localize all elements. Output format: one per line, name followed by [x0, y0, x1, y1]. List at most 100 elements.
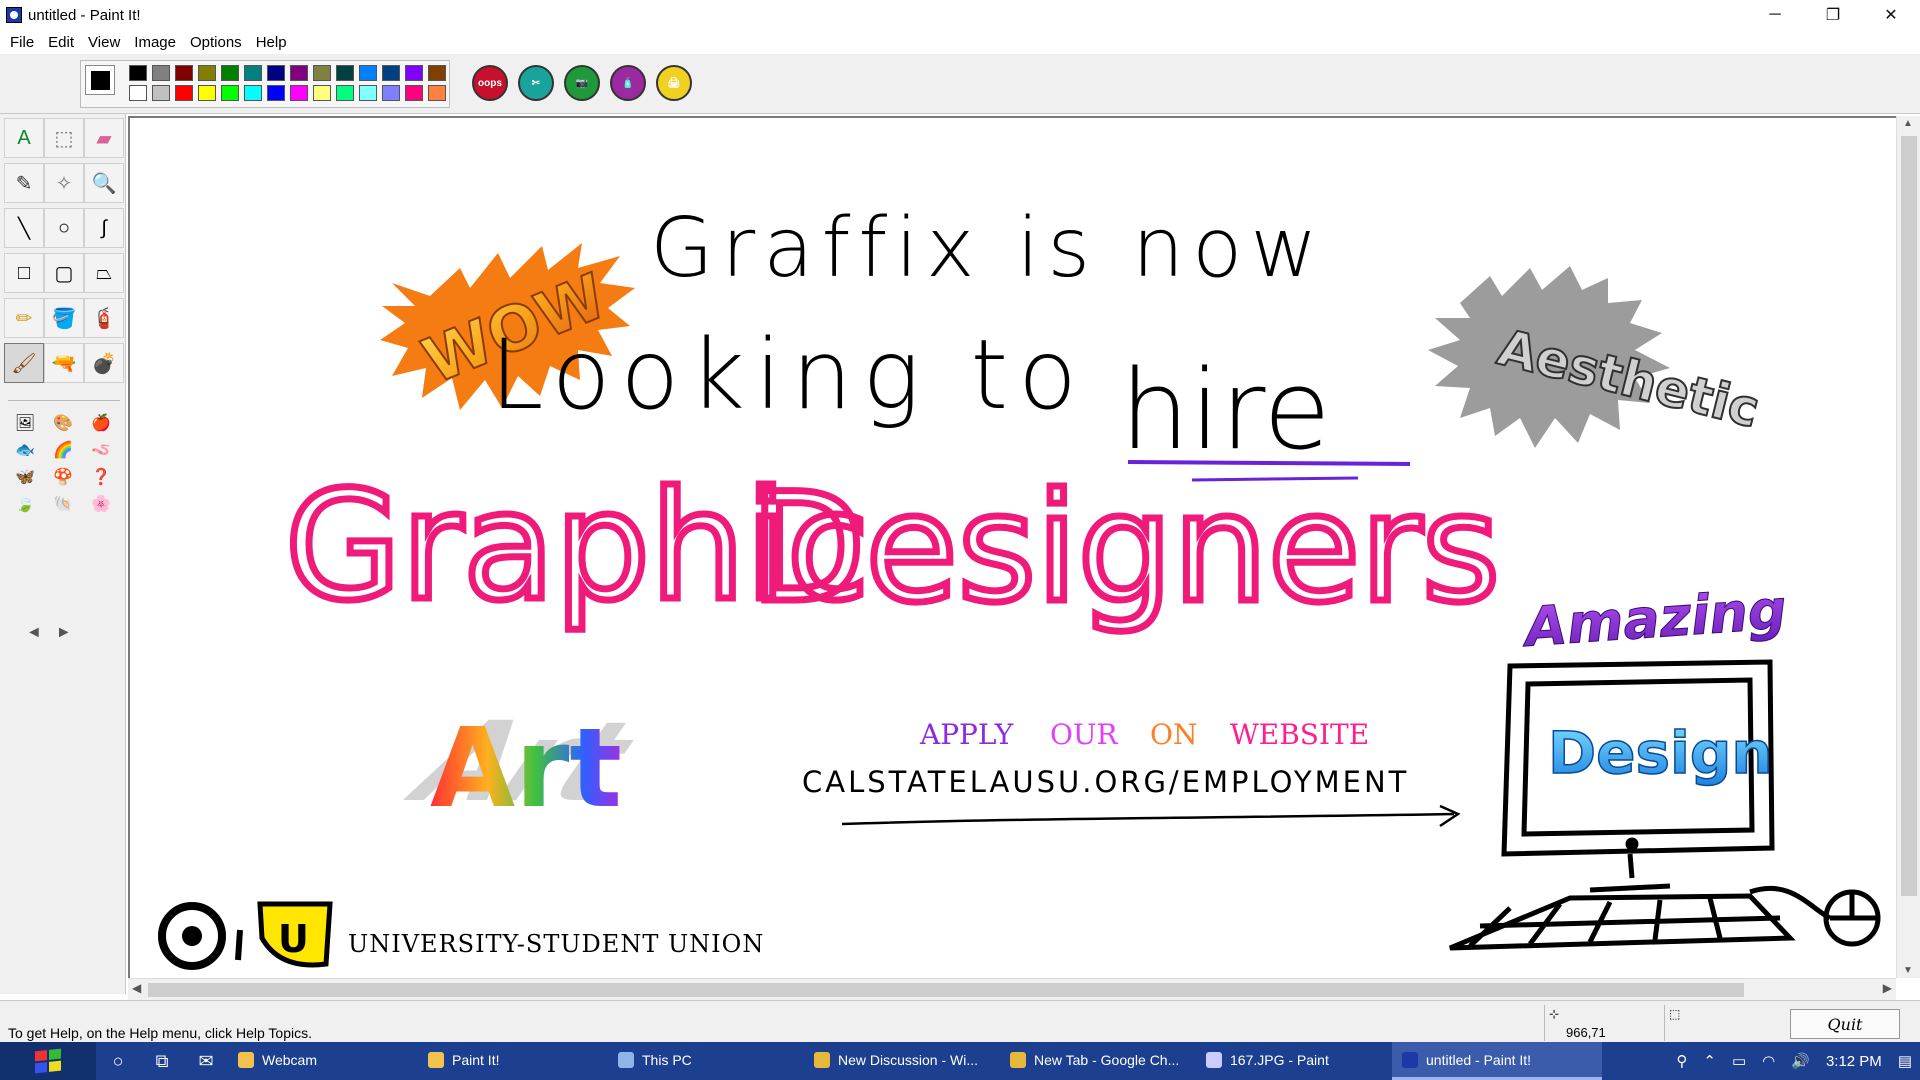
eyedropper-tool-icon[interactable]: ✎ [4, 163, 44, 203]
paint-bottle-button[interactable]: 🧴 [610, 65, 646, 101]
palette-swatch[interactable] [336, 85, 354, 101]
palette-swatch[interactable] [175, 85, 193, 101]
scroll-up-arrow-icon[interactable]: ▲ [1903, 118, 1913, 129]
scroll-down-arrow-icon[interactable]: ▼ [1903, 965, 1913, 976]
stamp-icon[interactable]: ❓ [84, 465, 118, 489]
start-button[interactable] [0, 1042, 96, 1080]
quit-button[interactable]: Quit [1790, 1009, 1900, 1039]
brush-tool-icon[interactable]: 🖌 [4, 343, 44, 383]
horizontal-scrollbar[interactable]: ◀ ▶ [128, 978, 1896, 1000]
palette-swatch[interactable] [290, 65, 308, 81]
printer-button[interactable]: 🖨 [656, 65, 692, 101]
stamp-icon[interactable]: 🖼 [8, 411, 42, 435]
menu-edit[interactable]: Edit [48, 34, 74, 51]
vertical-scroll-thumb[interactable] [1901, 136, 1917, 896]
palette-swatch[interactable] [221, 65, 239, 81]
palette-swatch[interactable] [129, 85, 147, 101]
stamp-icon[interactable]: 🍄 [46, 465, 80, 489]
curve-tool-icon[interactable]: ∫ [84, 208, 124, 248]
polygon-tool-icon[interactable]: ⏢ [84, 253, 124, 293]
taskbar-item[interactable]: This PC [608, 1042, 804, 1080]
taskbar-item[interactable]: New Discussion - Wi... [804, 1042, 1000, 1080]
palette-swatch[interactable] [290, 85, 308, 101]
menu-view[interactable]: View [88, 34, 120, 51]
palette-swatch[interactable] [428, 85, 446, 101]
palette-swatch[interactable] [313, 65, 331, 81]
palette-swatch[interactable] [359, 85, 377, 101]
taskbar-item[interactable]: untitled - Paint It! [1392, 1042, 1602, 1080]
pencil-tool-icon[interactable]: ✏ [4, 298, 44, 338]
magnifier-tool-icon[interactable]: 🔍 [84, 163, 124, 203]
menu-options[interactable]: Options [190, 34, 242, 51]
maximize-button[interactable]: ❐ [1804, 0, 1862, 30]
stamp-page-arrows[interactable]: ◄► [26, 624, 86, 642]
text-tool-icon[interactable]: A [4, 118, 44, 158]
taskbar-item[interactable]: 167.JPG - Paint [1196, 1042, 1392, 1080]
palette-swatch[interactable] [382, 85, 400, 101]
palette-swatch[interactable] [175, 65, 193, 81]
oops-button[interactable]: oops [472, 65, 508, 101]
stamp-icon[interactable]: 🍎 [84, 411, 118, 435]
menu-help[interactable]: Help [256, 34, 287, 51]
palette-swatch[interactable] [221, 85, 239, 101]
palette-swatch[interactable] [244, 65, 262, 81]
wifi-icon[interactable]: ◠ [1762, 1052, 1775, 1070]
stamp-icon[interactable]: 🍃 [8, 492, 42, 516]
eraser-tool-icon[interactable]: ▰ [84, 118, 124, 158]
people-icon[interactable]: ⚲ [1676, 1052, 1687, 1070]
stamp-icon[interactable]: 🐚 [46, 492, 80, 516]
palette-swatch[interactable] [152, 85, 170, 101]
airbrush-tool-icon[interactable]: 🔫 [44, 343, 84, 383]
rect-select-tool-icon[interactable]: ⬚ [44, 118, 84, 158]
palette-swatch[interactable] [405, 85, 423, 101]
taskbar-clock[interactable]: 3:12 PM [1826, 1053, 1882, 1070]
palette-swatch[interactable] [244, 85, 262, 101]
palette-swatch[interactable] [405, 65, 423, 81]
palette-swatch[interactable] [336, 65, 354, 81]
stamp-icon[interactable]: 🐟 [8, 438, 42, 462]
palette-swatch[interactable] [267, 65, 285, 81]
drawing-canvas[interactable]: WOW Aesthetic Graffix is now Looking to … [128, 116, 1896, 978]
volume-icon[interactable]: 🔊 [1791, 1052, 1810, 1070]
ellipse-tool-icon[interactable]: ○ [44, 208, 84, 248]
scroll-left-arrow-icon[interactable]: ◀ [132, 981, 141, 995]
free-select-tool-icon[interactable]: ✧ [44, 163, 84, 203]
scissors-button[interactable]: ✂ [518, 65, 554, 101]
battery-icon[interactable]: ▭ [1732, 1052, 1746, 1070]
taskbar-item[interactable]: Paint It! [418, 1042, 608, 1080]
paint-bucket-tool-icon[interactable]: 🪣 [44, 298, 84, 338]
horizontal-scroll-thumb[interactable] [148, 983, 1744, 997]
action-center-icon[interactable]: ▤ [1898, 1052, 1912, 1070]
cortana-search-icon[interactable]: ○ [96, 1042, 140, 1080]
rounded-rect-tool-icon[interactable]: ▢ [44, 253, 84, 293]
stamp-icon[interactable]: 🦋 [8, 465, 42, 489]
show-hidden-icons-chevron[interactable]: ⌃ [1703, 1052, 1716, 1070]
taskbar-item[interactable]: Webcam [228, 1042, 418, 1080]
palette-swatch[interactable] [313, 85, 331, 101]
stamp-icon[interactable]: 🪱 [84, 438, 118, 462]
taskbar-item[interactable]: New Tab - Google Ch... [1000, 1042, 1196, 1080]
bomb-tool-icon[interactable]: 💣 [84, 343, 124, 383]
stamp-icon[interactable]: 🎨 [46, 411, 80, 435]
menu-file[interactable]: File [10, 34, 34, 51]
palette-swatch[interactable] [359, 65, 377, 81]
palette-swatch[interactable] [267, 85, 285, 101]
stamp-icon[interactable]: 🌈 [46, 438, 80, 462]
close-button[interactable]: ✕ [1862, 0, 1920, 30]
palette-swatch[interactable] [382, 65, 400, 81]
camera-button[interactable]: 📷 [564, 65, 600, 101]
stamp-icon[interactable]: 🌸 [84, 492, 118, 516]
palette-swatch[interactable] [129, 65, 147, 81]
scroll-right-arrow-icon[interactable]: ▶ [1883, 981, 1892, 995]
palette-swatch[interactable] [198, 65, 216, 81]
task-view-icon[interactable]: ⧉ [140, 1042, 184, 1080]
minimize-button[interactable]: ─ [1746, 0, 1804, 30]
spray-can-tool-icon[interactable]: 🧯 [84, 298, 124, 338]
vertical-scrollbar[interactable]: ▲ ▼ [1896, 116, 1920, 978]
rectangle-tool-icon[interactable]: □ [4, 253, 44, 293]
palette-swatch[interactable] [428, 65, 446, 81]
palette-swatch[interactable] [198, 85, 216, 101]
mail-icon[interactable]: ✉ [184, 1042, 228, 1080]
menu-image[interactable]: Image [134, 34, 176, 51]
palette-swatch[interactable] [152, 65, 170, 81]
